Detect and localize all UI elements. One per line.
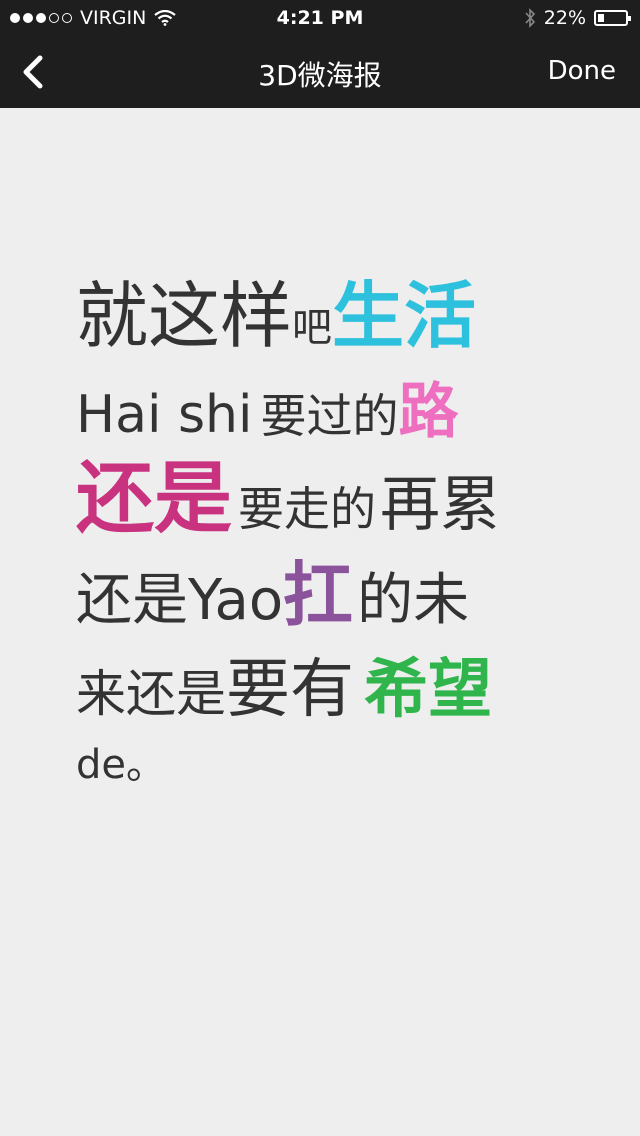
poster-text: 吧 [292, 305, 333, 351]
poster-text: 要走的 [238, 482, 377, 536]
poster-text: 就这样 [76, 274, 293, 358]
poster-line-3: 还是 要走的再累 [76, 460, 500, 538]
poster-line-4: 还是Yao扛的未 [76, 560, 469, 630]
status-bar: VIRGIN 4:21 PM 22% [0, 0, 640, 36]
poster-line-1: 就这样吧生活 [76, 280, 476, 352]
poster-text-highlight: 希望 [364, 653, 492, 727]
poster-text: Hai shi [76, 385, 253, 445]
poster-text-highlight: 扛 [283, 554, 354, 636]
poster-text: 的未 [357, 568, 470, 633]
poster-text: 要过的 [260, 389, 399, 443]
poster-text-highlight: 路 [398, 377, 459, 447]
poster-text: 要有 [226, 653, 354, 727]
poster-text: 再累 [380, 470, 501, 540]
poster-line-5: 来还是要有 希望 [76, 658, 492, 722]
poster-text: 还是Yao [76, 568, 284, 633]
done-button[interactable]: Done [548, 56, 616, 86]
poster-text-highlight: 生活 [332, 274, 477, 358]
battery-icon [594, 10, 631, 26]
poster-text-highlight: 还是 [76, 454, 233, 544]
poster-line-2: Hai shi 要过的路 [76, 382, 458, 442]
nav-bar: 3D微海报 Done [0, 36, 640, 108]
poster-line-6: de。 [76, 745, 166, 785]
poster-text: de。 [76, 742, 166, 788]
bluetooth-icon [525, 8, 535, 28]
nav-title: 3D微海报 [258, 59, 382, 92]
battery-percent: 22% [543, 7, 586, 29]
poster-text: 来还是 [76, 665, 226, 723]
